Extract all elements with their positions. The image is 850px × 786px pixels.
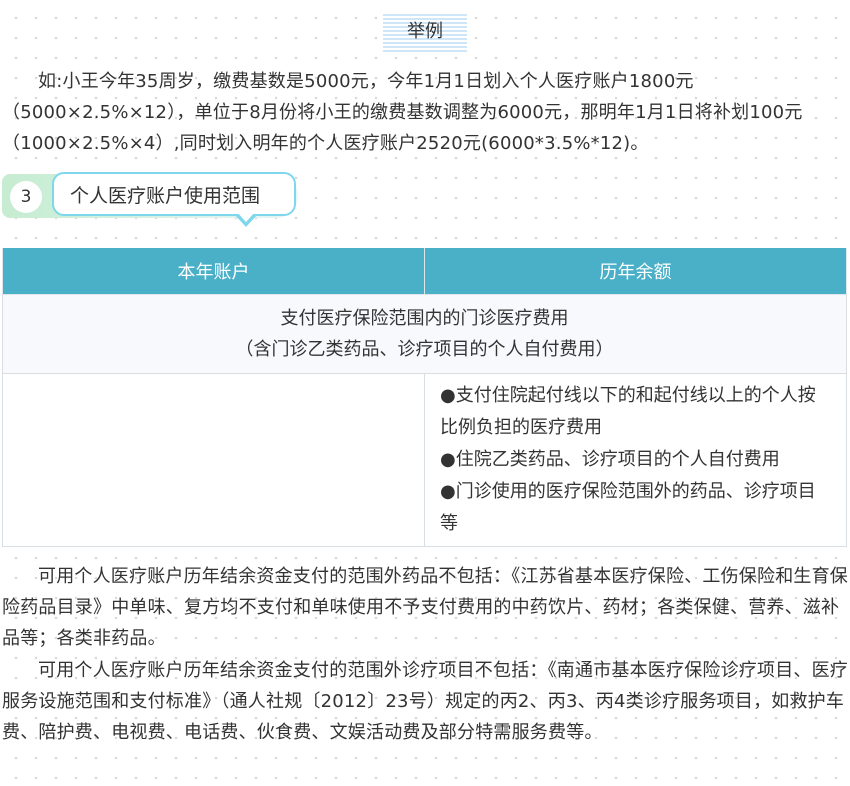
header-historical-balance: 历年余额: [424, 248, 847, 295]
historical-scope-list: ●支付住院起付线以下的和起付线以上的个人按比例负担的医疗费用 ●住院乙类药品、诊…: [426, 376, 845, 544]
excluded-drugs-paragraph: 可用个人医疗账户历年结余资金支付的范围外药品不包括：《江苏省基本医疗保险、工伤保…: [2, 566, 848, 649]
section-title: 个人医疗账户使用范围: [52, 172, 296, 216]
section-header: 3 个人医疗账户使用范围: [2, 172, 302, 236]
shared-scope-cell: 支付医疗保险范围内的门诊医疗费用 （含门诊乙类药品、诊疗项目的个人自付费用）: [2, 294, 847, 374]
speech-bubble-pointer-fill: [237, 212, 255, 222]
account-usage-table: 本年账户 历年余额 支付医疗保险范围内的门诊医疗费用 （含门诊乙类药品、诊疗项目…: [2, 248, 847, 547]
excluded-services-paragraph: 可用个人医疗账户历年结余资金支付的范围外诊疗项目不包括：《南通市基本医疗保险诊疗…: [2, 660, 848, 743]
table-row-shared: 支付医疗保险范围内的门诊医疗费用 （含门诊乙类药品、诊疗项目的个人自付费用）: [2, 294, 847, 374]
shared-scope-line-2: （含门诊乙类药品、诊疗项目的个人自付费用）: [235, 339, 614, 360]
list-item: ●支付住院起付线以下的和起付线以上的个人按比例负担的医疗费用: [440, 385, 816, 438]
list-item: ●住院乙类药品、诊疗项目的个人自付费用: [440, 449, 780, 470]
example-label: 举例: [383, 12, 467, 52]
table-header-row: 本年账户 历年余额: [2, 248, 847, 295]
header-current-year-account: 本年账户: [2, 248, 425, 295]
shared-scope-line-1: 支付医疗保险范围内的门诊医疗费用: [280, 308, 569, 329]
section-number-badge: 3: [10, 181, 42, 213]
table-row-historical-only: ●支付住院起付线以下的和起付线以上的个人按比例负担的医疗费用 ●住院乙类药品、诊…: [2, 373, 847, 547]
example-paragraph: 如:小王今年35周岁，缴费基数是5000元，今年1月1日划入个人医疗账户1800…: [2, 71, 803, 154]
list-item: ●门诊使用的医疗保险范围外的药品、诊疗项目等: [440, 481, 816, 534]
historical-scope-cell: ●支付住院起付线以下的和起付线以上的个人按比例负担的医疗费用 ●住院乙类药品、诊…: [424, 373, 847, 547]
current-year-empty-cell: [2, 373, 425, 547]
